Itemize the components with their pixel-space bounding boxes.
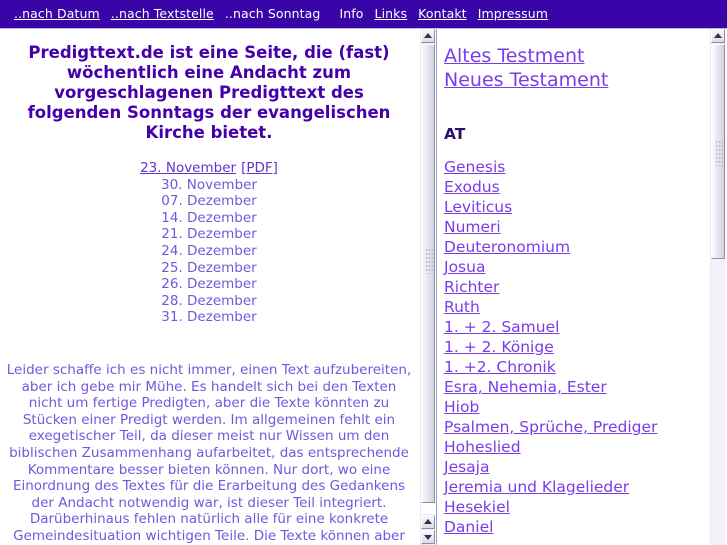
book-link-deuteronomium[interactable]: Deuteronomium — [444, 237, 709, 257]
book-link-koenige[interactable]: 1. + 2. Könige — [444, 337, 709, 357]
date-link-current[interactable]: 23. November — [140, 160, 236, 176]
date-label: 30. November — [161, 176, 257, 193]
chevron-down-icon — [424, 535, 432, 540]
scrollbar-gap — [421, 503, 435, 514]
scrollbar-thumb[interactable] — [711, 44, 725, 259]
link-neues-testament[interactable]: Neues Testament — [444, 69, 709, 93]
left-content-frame: Predigttext.de ist eine Seite, die (fast… — [0, 28, 437, 545]
book-link-leviticus[interactable]: Leviticus — [444, 197, 709, 217]
scrollbar-grip-icon — [715, 140, 723, 166]
nav-item-nach-datum[interactable]: ..nach Datum — [14, 6, 100, 21]
nav-item-nach-textstelle[interactable]: ..nach Textstelle — [111, 6, 214, 21]
list-item: 24. Dezember — [0, 243, 418, 260]
book-link-psalmen-sprueche-prediger[interactable]: Psalmen, Sprüche, Prediger — [444, 417, 709, 437]
list-item: 26. Dezember — [0, 276, 418, 293]
chevron-up-icon — [424, 519, 432, 524]
left-frame-scrollbar[interactable] — [419, 29, 435, 545]
right-books-frame: Altes Testment Neues Testament AT Genesi… — [438, 28, 727, 545]
date-label: 14. Dezember — [161, 209, 257, 226]
top-navigation-bar: ..nach Datum ..nach Textstelle ..nach So… — [0, 0, 727, 28]
left-frame-document: Predigttext.de ist eine Seite, die (fast… — [0, 29, 418, 545]
scroll-up-button-bottom[interactable] — [421, 515, 435, 529]
book-link-chronik[interactable]: 1. +2. Chronik — [444, 357, 709, 377]
page-headline: Predigttext.de ist eine Seite, die (fast… — [27, 43, 391, 142]
list-item: 30. November — [0, 177, 418, 194]
book-link-exodus[interactable]: Exodus — [444, 177, 709, 197]
book-link-samuel[interactable]: 1. + 2. Samuel — [444, 317, 709, 337]
book-link-hiob[interactable]: Hiob — [444, 397, 709, 417]
book-link-jesaja[interactable]: Jesaja — [444, 457, 709, 477]
intro-paragraph: Leider schaffe ich es nicht immer, einen… — [6, 361, 412, 545]
book-link-esra-nehemia-ester[interactable]: Esra, Nehemia, Ester — [444, 377, 709, 397]
scroll-up-button[interactable] — [421, 29, 435, 43]
sermon-date-list: 23. November [PDF] 30. November 07. Dezem… — [0, 160, 418, 326]
scroll-up-button[interactable] — [711, 29, 725, 43]
list-item: 14. Dezember — [0, 210, 418, 227]
list-item: 28. Dezember — [0, 293, 418, 310]
scrollbar-track[interactable] — [421, 44, 435, 503]
chevron-up-icon — [714, 33, 722, 38]
date-label: 28. Dezember — [161, 292, 257, 309]
frameset: Predigttext.de ist eine Seite, die (fast… — [0, 28, 727, 545]
date-label: 26. Dezember — [161, 276, 257, 293]
book-link-richter[interactable]: Richter — [444, 277, 709, 297]
scrollbar-thumb[interactable] — [421, 44, 435, 503]
list-item: 21. Dezember — [0, 226, 418, 243]
list-item: 23. November [PDF] — [0, 160, 418, 177]
testament-links: Altes Testment Neues Testament — [444, 45, 709, 92]
chevron-up-icon — [424, 33, 432, 38]
scroll-down-button[interactable] — [421, 530, 435, 544]
book-link-hoheslied[interactable]: Hoheslied — [444, 437, 709, 457]
pdf-link[interactable]: [PDF] — [241, 160, 278, 176]
nav-item-kontakt[interactable]: Kontakt — [418, 6, 467, 21]
right-frame-document: Altes Testment Neues Testament AT Genesi… — [444, 31, 709, 545]
section-heading-at: AT — [444, 125, 466, 143]
list-item: 07. Dezember — [0, 193, 418, 210]
scrollbar-track[interactable] — [711, 44, 725, 545]
date-label: 07. Dezember — [161, 193, 257, 210]
bible-book-list: Genesis Exodus Leviticus Numeri Deuteron… — [444, 157, 709, 537]
book-link-numeri[interactable]: Numeri — [444, 217, 709, 237]
list-item: 31. Dezember — [0, 309, 418, 326]
date-label: 24. Dezember — [161, 242, 257, 259]
nav-item-nach-sonntag[interactable]: ..nach Sonntag — [225, 6, 321, 21]
date-label: 25. Dezember — [161, 259, 257, 276]
nav-item-list: ..nach Datum ..nach Textstelle ..nach So… — [14, 6, 548, 21]
right-frame-scrollbar[interactable] — [709, 29, 725, 545]
date-label: 21. Dezember — [161, 226, 257, 243]
book-link-jeremia-klagelieder[interactable]: Jeremia und Klagelieder — [444, 477, 709, 497]
nav-item-links[interactable]: Links — [375, 6, 408, 21]
date-label: 31. Dezember — [161, 309, 257, 326]
nav-item-impressum[interactable]: Impressum — [478, 6, 548, 21]
link-altes-testament[interactable]: Altes Testment — [444, 45, 709, 69]
list-item: 25. Dezember — [0, 260, 418, 277]
book-link-genesis[interactable]: Genesis — [444, 157, 709, 177]
scrollbar-grip-icon — [425, 248, 433, 274]
book-link-ruth[interactable]: Ruth — [444, 297, 709, 317]
book-link-daniel[interactable]: Daniel — [444, 517, 709, 537]
book-link-hesekiel[interactable]: Hesekiel — [444, 497, 709, 517]
nav-item-info[interactable]: Info — [339, 6, 363, 21]
book-link-josua[interactable]: Josua — [444, 257, 709, 277]
